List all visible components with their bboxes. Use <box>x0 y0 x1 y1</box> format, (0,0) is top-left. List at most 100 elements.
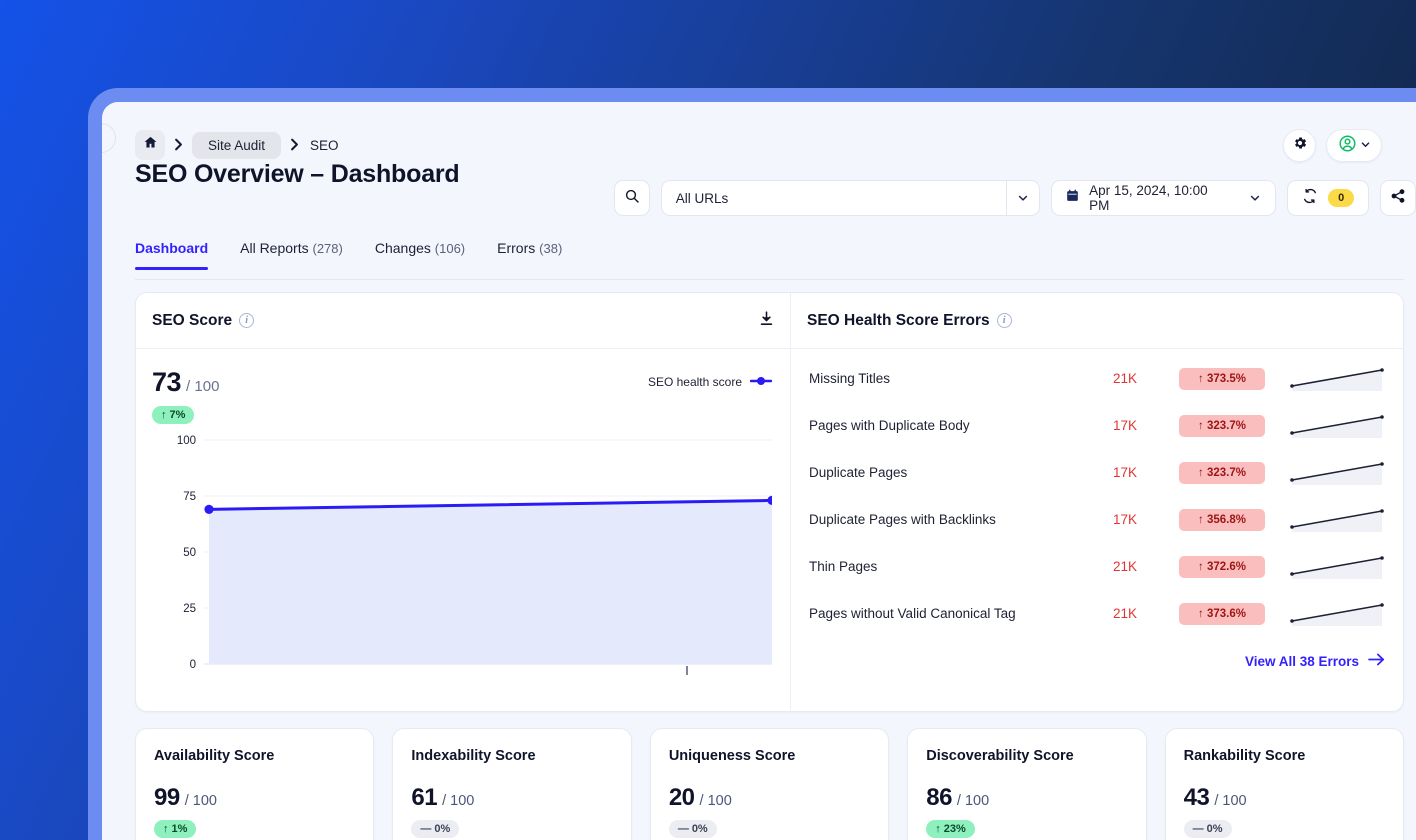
arrow-up-icon: ↑ <box>163 823 169 835</box>
error-delta-badge: ↑ 323.7% <box>1179 414 1265 437</box>
settings-button[interactable] <box>1283 129 1316 162</box>
chevron-down-icon[interactable] <box>1007 192 1039 204</box>
dash-icon: — <box>420 823 432 835</box>
refresh-button[interactable]: 0 <box>1287 180 1370 216</box>
app-content: Site Audit SEO SEO Overview – Dashboard <box>102 102 1416 840</box>
card-title: Indexability Score <box>411 748 536 764</box>
discoverability-score-card[interactable]: Discoverability Score 86 / 100 ↑ 23% <box>907 728 1147 840</box>
arrow-up-icon: ↑ <box>935 823 941 835</box>
date-range-select[interactable]: Apr 15, 2024, 10:00 PM <box>1051 180 1277 216</box>
refresh-icon <box>1302 188 1318 209</box>
score-value: 61 <box>411 784 438 811</box>
error-count: 21K <box>1113 559 1138 574</box>
tab-label: Errors <box>497 240 536 256</box>
y-tick-label: 50 <box>183 547 196 559</box>
seo-score-denominator: / 100 <box>186 378 220 395</box>
score-row: 20 / 100 <box>669 784 888 812</box>
card-title: SEO Health Score Errors <box>807 311 990 329</box>
seo-score-line-chart: 100 75 50 25 0 Apr 15 <box>177 435 772 675</box>
table-row[interactable]: Missing Titles 21K ↑ 373.5% <box>809 355 1385 402</box>
tab-dashboard[interactable]: Dashboard <box>135 240 224 270</box>
error-delta-badge: ↑ 373.5% <box>1179 367 1265 390</box>
seo-score-card-header: SEO Score i <box>136 293 790 349</box>
tab-count: (278) <box>312 241 343 256</box>
y-tick-label: 25 <box>183 603 196 615</box>
breadcrumb-item-site-audit[interactable]: Site Audit <box>192 131 282 159</box>
tab-bar: Dashboard All Reports (278) Changes (106… <box>135 240 1404 280</box>
legend-marker-icon <box>749 375 773 389</box>
search-button[interactable] <box>614 180 650 216</box>
y-tick-label: 0 <box>190 659 196 671</box>
chevron-right-icon <box>174 138 183 153</box>
seo-score-chart: 100 75 50 25 0 Apr 15 <box>136 424 790 711</box>
score-delta-badge: — 0% <box>668 820 717 838</box>
arrow-right-icon <box>1368 653 1385 669</box>
error-name: Missing Titles <box>809 371 891 386</box>
errors-list: Missing Titles 21K ↑ 373.5% Pages with D… <box>791 349 1403 637</box>
view-all-errors-link[interactable]: View All 38 Errors <box>791 637 1403 669</box>
dash-icon: — <box>1192 823 1204 835</box>
table-row[interactable]: Pages without Valid Canonical Tag 21K ↑ … <box>809 590 1385 637</box>
download-button[interactable] <box>758 310 775 332</box>
score-denominator: / 100 <box>442 793 475 809</box>
delta-value: 7% <box>169 409 186 421</box>
sparkline-icon <box>1289 412 1385 440</box>
info-icon[interactable]: i <box>996 313 1012 328</box>
availability-score-card[interactable]: Availability Score 99 / 100 ↑ 1% <box>135 728 375 840</box>
score-value: 43 <box>1183 784 1210 811</box>
breadcrumb: Site Audit SEO <box>135 130 341 160</box>
error-name: Duplicate Pages with Backlinks <box>809 512 996 527</box>
score-delta-badge: ↑ 23% <box>926 820 975 838</box>
tab-changes[interactable]: Changes (106) <box>359 240 481 269</box>
error-delta-badge: ↑ 356.8% <box>1179 508 1265 531</box>
indexability-score-card[interactable]: Indexability Score 61 / 100 — 0% <box>392 728 632 840</box>
user-menu-button[interactable] <box>1326 129 1382 162</box>
chart-legend: SEO health score <box>648 375 773 389</box>
error-count: 21K <box>1113 606 1138 621</box>
score-denominator: / 100 <box>956 793 990 809</box>
info-icon[interactable]: i <box>239 313 255 328</box>
score-denominator: / 100 <box>184 793 217 809</box>
card-title: Discoverability Score <box>926 748 1074 764</box>
url-filter-select[interactable]: All URLs <box>660 180 1041 216</box>
table-row[interactable]: Pages with Duplicate Body 17K ↑ 323.7% <box>809 402 1385 449</box>
seo-health-errors-card: SEO Health Score Errors i Missing Titles… <box>791 293 1403 711</box>
y-tick-label: 100 <box>177 435 196 447</box>
card-title: Availability Score <box>154 748 275 764</box>
score-delta-badge: — 0% <box>1183 820 1232 838</box>
score-value: 20 <box>668 784 695 811</box>
card-title: SEO Score <box>152 311 233 329</box>
error-name: Thin Pages <box>809 559 878 574</box>
sparkline-icon <box>1289 506 1385 534</box>
score-denominator: / 100 <box>699 793 732 809</box>
score-value: 86 <box>926 784 952 811</box>
breadcrumb-home-button[interactable] <box>135 130 165 160</box>
user-circle-icon <box>1338 134 1357 158</box>
score-row: 99 / 100 <box>154 784 373 812</box>
table-row[interactable]: Duplicate Pages 17K ↑ 323.7% <box>809 449 1385 496</box>
error-name: Pages with Duplicate Body <box>809 418 970 433</box>
chevron-down-icon <box>1360 137 1371 155</box>
sparkline-icon <box>1289 600 1385 628</box>
tab-errors[interactable]: Errors (38) <box>481 240 578 269</box>
sparkline-icon <box>1289 459 1385 487</box>
card-title: Rankability Score <box>1183 748 1306 764</box>
table-row[interactable]: Thin Pages 21K ↑ 372.6% <box>809 543 1385 590</box>
tab-all-reports[interactable]: All Reports (278) <box>224 240 359 269</box>
table-row[interactable]: Duplicate Pages with Backlinks 17K ↑ 356… <box>809 496 1385 543</box>
home-icon <box>143 135 158 155</box>
chevron-down-icon[interactable] <box>1239 192 1271 204</box>
seo-score-summary: 73 / 100 ↑ 7% SEO health score <box>136 349 790 424</box>
breadcrumb-item-seo[interactable]: SEO <box>308 138 341 153</box>
score-row: 43 / 100 <box>1184 784 1403 812</box>
tab-label: Dashboard <box>135 240 209 256</box>
rankability-score-card[interactable]: Rankability Score 43 / 100 — 0% <box>1164 728 1405 840</box>
share-button[interactable] <box>1380 180 1416 216</box>
sidebar-toggle-button[interactable] <box>102 123 116 153</box>
error-name: Duplicate Pages <box>809 465 908 480</box>
gear-icon <box>1292 135 1308 156</box>
uniqueness-score-card[interactable]: Uniqueness Score 20 / 100 — 0% <box>649 728 890 840</box>
y-tick-label: 75 <box>183 491 196 503</box>
app-window: Site Audit SEO SEO Overview – Dashboard <box>88 88 1416 840</box>
arrow-up-icon: ↑ <box>161 409 167 421</box>
